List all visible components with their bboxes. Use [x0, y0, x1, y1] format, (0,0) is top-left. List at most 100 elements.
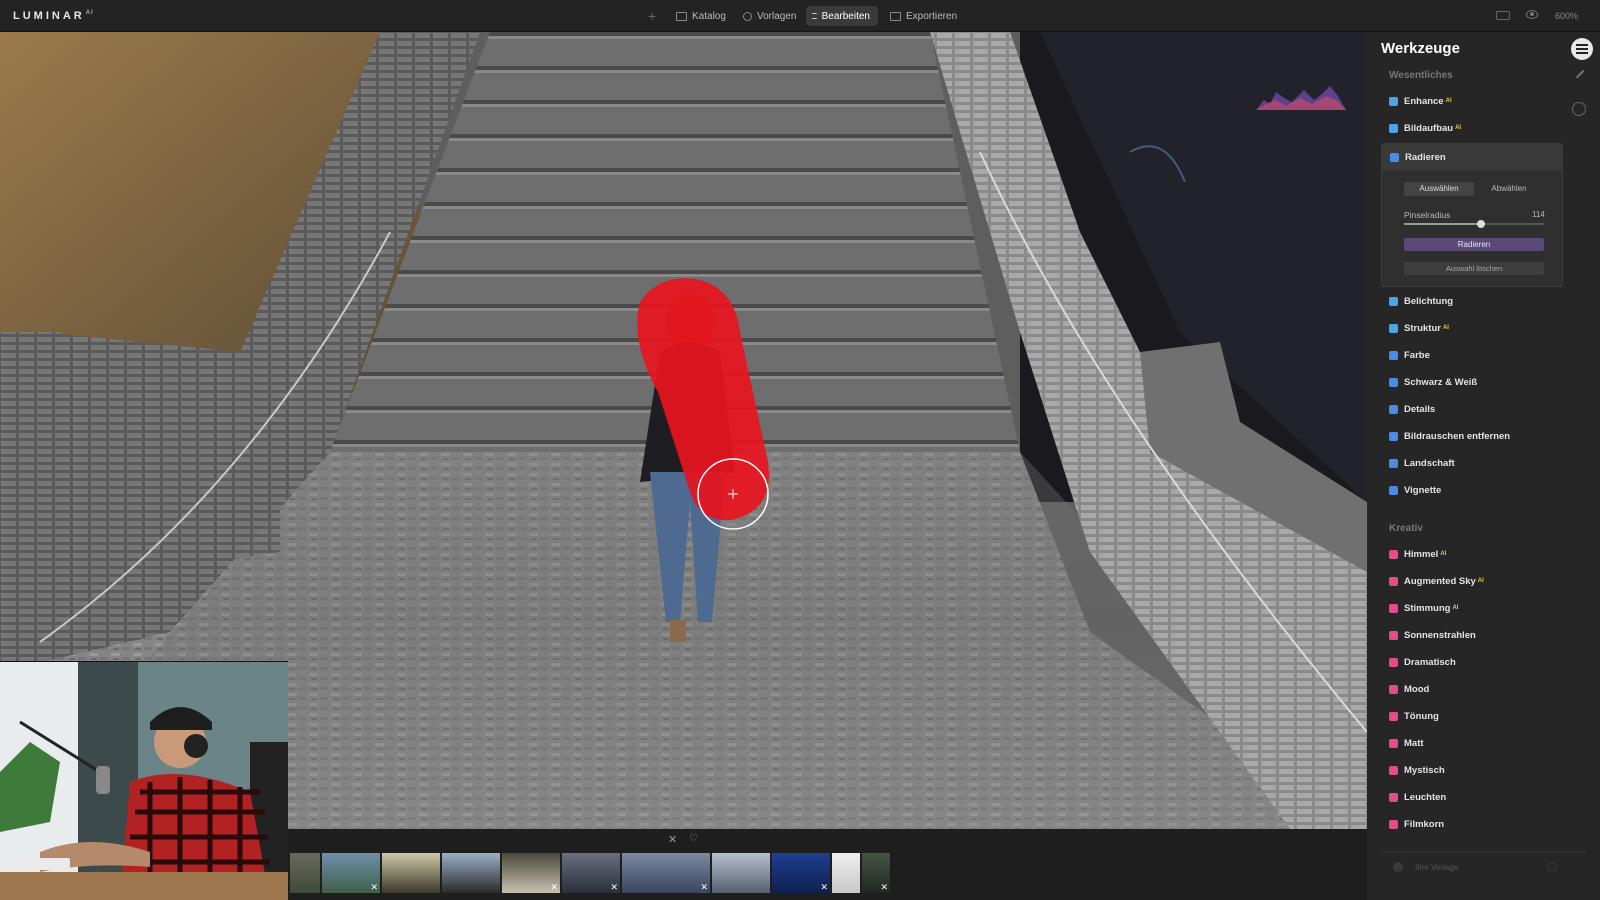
filmstrip-thumbnail[interactable]	[442, 853, 500, 893]
selection-mode-toggle: Auswählen Abwählen	[1404, 182, 1544, 196]
tool-mood[interactable]: Mood	[1389, 680, 1431, 698]
filmstrip-thumbnail[interactable]: ✕	[562, 853, 620, 893]
filmstrip-thumbnail[interactable]	[832, 853, 860, 893]
brush-icon[interactable]	[1575, 69, 1591, 85]
filmstrip-thumbnail[interactable]: ✕	[322, 853, 380, 893]
tool-film-grain[interactable]: Filmkorn	[1389, 815, 1446, 833]
sun-icon	[1389, 296, 1398, 306]
tool-toning[interactable]: Tönung	[1389, 707, 1441, 725]
tool-structure[interactable]: Struktur AI	[1389, 319, 1449, 337]
bw-icon	[1389, 377, 1398, 387]
erase-panel: Radieren Auswählen Abwählen Pinselradius…	[1381, 143, 1563, 287]
enhance-icon	[1389, 96, 1398, 106]
glow-icon	[1389, 792, 1398, 802]
webcam-image	[0, 662, 288, 900]
remove-icon[interactable]: ✕	[700, 882, 708, 893]
tool-black-white[interactable]: Schwarz & Weiß	[1389, 373, 1479, 391]
tool-enhance[interactable]: Enhance AI	[1389, 92, 1452, 110]
app-logo: LUMINARAI	[13, 10, 94, 22]
remove-icon[interactable]: ✕	[550, 882, 558, 893]
panel-title: Werkzeuge	[1381, 40, 1460, 57]
brush-radius-handle[interactable]	[1477, 220, 1485, 228]
tool-atmosphere[interactable]: Stimmung AI	[1389, 599, 1458, 617]
tool-denoise[interactable]: Bildrauschen entfernen	[1389, 427, 1512, 445]
tool-augmented-sky[interactable]: Augmented Sky AI	[1389, 572, 1484, 590]
cloud-icon	[1389, 549, 1398, 559]
histogram	[1256, 86, 1346, 110]
webcam-overlay	[0, 661, 288, 900]
brush-radius-label: Pinselradius	[1404, 210, 1451, 220]
close-icon[interactable]: ✕	[668, 833, 677, 846]
tool-vignette[interactable]: Vignette	[1389, 481, 1443, 499]
remove-icon[interactable]: ✕	[820, 882, 828, 893]
remove-icon[interactable]: ✕	[880, 882, 888, 893]
select-mode-button[interactable]: Auswählen	[1404, 182, 1474, 196]
tab-edit[interactable]: Bearbeiten	[806, 6, 878, 26]
heart-icon[interactable]: ♡	[689, 833, 698, 844]
film-grain-icon	[1389, 819, 1398, 829]
tool-erase[interactable]: Radieren	[1390, 148, 1446, 166]
erase-icon	[1390, 152, 1399, 162]
erase-button[interactable]: Radieren	[1404, 238, 1544, 251]
mood-icon	[1389, 684, 1398, 694]
tool-details[interactable]: Details	[1389, 400, 1437, 418]
filmstrip-thumbnail[interactable]: ✕	[502, 853, 560, 893]
tool-composition[interactable]: Bildaufbau AI	[1389, 119, 1461, 137]
sidebar-footer: Ihre Vorlage	[1381, 851, 1586, 883]
template-icon	[1393, 862, 1403, 872]
tab-catalog[interactable]: Katalog	[670, 6, 734, 26]
brush-radius-fill	[1404, 223, 1481, 225]
tool-dramatic[interactable]: Dramatisch	[1389, 653, 1458, 671]
compare-icon[interactable]	[1496, 11, 1510, 20]
top-bar: LUMINARAI + Katalog Vorlagen Bearbeiten …	[0, 0, 1600, 32]
your-template-label[interactable]: Ihre Vorlage	[1415, 863, 1458, 872]
erase-panel-header[interactable]: Radieren	[1382, 144, 1562, 170]
brush-radius-value: 114	[1532, 210, 1545, 219]
templates-icon	[743, 11, 752, 21]
remove-icon[interactable]: ✕	[370, 882, 378, 893]
tool-color[interactable]: Farbe	[1389, 346, 1432, 364]
remove-icon[interactable]: ✕	[610, 882, 618, 893]
filmstrip: ✕ ♡ ✕ ✕ ✕ ✕ ✕ ✕	[288, 829, 1367, 900]
section-creative: Kreativ	[1389, 523, 1423, 534]
color-icon	[1389, 350, 1398, 360]
mystical-icon	[1389, 765, 1398, 775]
history-icon[interactable]	[1572, 102, 1586, 116]
filmstrip-thumbnail[interactable]: ✕	[772, 853, 830, 893]
catalog-icon	[676, 11, 687, 21]
dramatic-icon	[1389, 657, 1398, 667]
filmstrip-thumbnail[interactable]: ✕	[622, 853, 710, 893]
tool-sky[interactable]: Himmel AI	[1389, 545, 1446, 563]
sky-icon	[1389, 576, 1398, 586]
toning-icon	[1389, 711, 1398, 721]
add-template-icon[interactable]	[1547, 862, 1557, 872]
crop-icon	[1389, 123, 1398, 133]
details-icon	[1389, 404, 1398, 414]
tool-landscape[interactable]: Landschaft	[1389, 454, 1457, 472]
filmstrip-thumbnail[interactable]	[290, 853, 320, 893]
zoom-level[interactable]: 600%	[1555, 11, 1578, 21]
filmstrip-thumbnail[interactable]	[382, 853, 440, 893]
structure-icon	[1389, 323, 1398, 333]
export-icon	[890, 11, 901, 21]
tool-matte[interactable]: Matt	[1389, 734, 1426, 752]
edit-icon	[812, 13, 817, 19]
add-icon[interactable]: +	[648, 8, 656, 24]
vignette-icon	[1389, 485, 1398, 495]
sunrays-icon	[1389, 630, 1398, 640]
section-essentials: Wesentliches	[1389, 70, 1453, 81]
tab-templates[interactable]: Vorlagen	[737, 6, 804, 26]
tool-mystical[interactable]: Mystisch	[1389, 761, 1447, 779]
eye-icon[interactable]	[1526, 10, 1538, 19]
tool-glow[interactable]: Leuchten	[1389, 788, 1448, 806]
adjustments-icon[interactable]	[1571, 38, 1593, 60]
brush-radius-slider[interactable]	[1404, 220, 1544, 228]
filmstrip-thumbnail[interactable]: ✕	[862, 853, 890, 893]
tab-export[interactable]: Exportieren	[884, 6, 965, 26]
tool-exposure[interactable]: Belichtung	[1389, 292, 1455, 310]
filmstrip-thumbnail[interactable]	[712, 853, 770, 893]
tool-sunrays[interactable]: Sonnenstrahlen	[1389, 626, 1478, 644]
deselect-mode-button[interactable]: Abwählen	[1474, 182, 1544, 196]
clear-selection-button[interactable]: Auswahl löschen	[1404, 262, 1544, 275]
matte-icon	[1389, 738, 1398, 748]
